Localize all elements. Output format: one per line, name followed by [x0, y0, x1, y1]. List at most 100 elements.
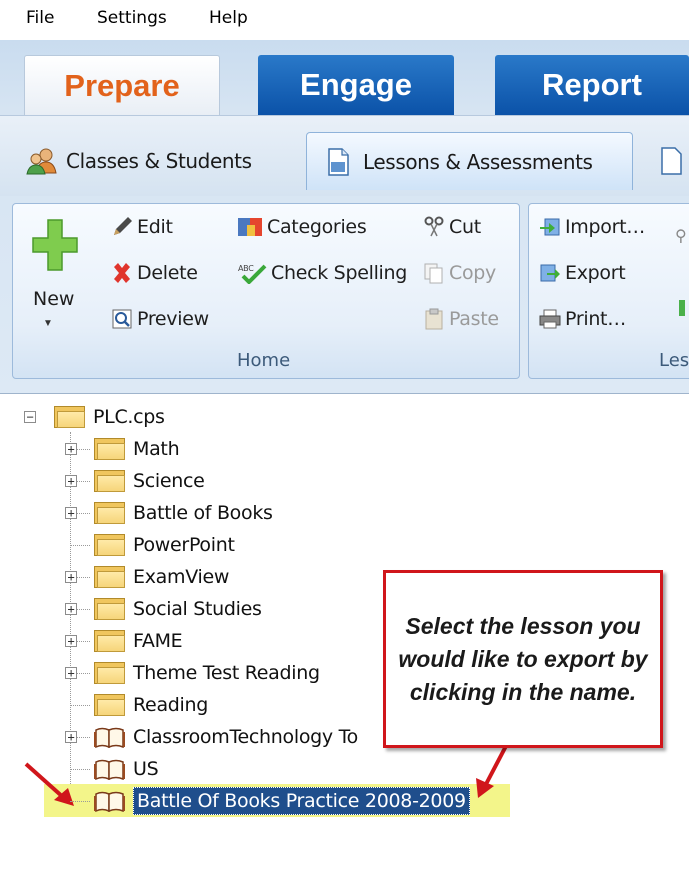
copy-button[interactable]: Copy	[423, 262, 496, 284]
tree-item-label: Social Studies	[133, 598, 262, 620]
tree-item-label: US	[133, 758, 159, 780]
print-label: Print…	[565, 308, 626, 330]
categories-button[interactable]: Categories	[237, 216, 367, 238]
folder-icon	[94, 630, 125, 652]
tab-partial[interactable]	[660, 132, 689, 190]
tree-item[interactable]: Reading	[70, 689, 209, 721]
scissors-icon	[423, 216, 445, 238]
expand-icon[interactable]: +	[65, 475, 77, 487]
preview-button[interactable]: Preview	[111, 308, 209, 330]
tab-prepare[interactable]: Prepare	[24, 55, 220, 116]
callout-text: Select the lesson you would like to expo…	[398, 612, 648, 705]
expand-icon[interactable]: +	[65, 603, 77, 615]
tab-lessons-assessments-label: Lessons & Assessments	[363, 149, 593, 174]
tree-guide-line	[70, 432, 71, 812]
delete-label: Delete	[137, 262, 198, 284]
menu-file[interactable]: File	[26, 8, 54, 28]
new-button[interactable]: New ▼	[23, 218, 81, 348]
document-icon	[327, 147, 349, 176]
export-label: Export	[565, 262, 626, 284]
pointer-arrow-callout	[476, 745, 508, 798]
tree-item[interactable]: + ExamView	[65, 561, 230, 593]
paste-button[interactable]: Paste	[423, 308, 499, 330]
delete-button[interactable]: Delete	[111, 262, 198, 284]
folder-icon	[94, 438, 125, 460]
tree-connector	[70, 705, 90, 706]
folder-icon	[54, 406, 85, 428]
clipboard-icon	[423, 308, 445, 330]
plus-icon	[31, 218, 79, 277]
check-spelling-button[interactable]: ABC Check Spelling	[237, 262, 408, 285]
tree-item[interactable]: + FAME	[65, 625, 183, 657]
tree-connector	[70, 545, 90, 546]
menu-help[interactable]: Help	[209, 8, 248, 28]
import-icon	[539, 216, 561, 238]
preview-label: Preview	[137, 308, 209, 330]
import-button[interactable]: Import…	[539, 216, 645, 238]
tree-item-selected[interactable]: Battle Of Books Practice 2008-2009	[70, 785, 470, 817]
tree-item-label: Battle of Books	[133, 502, 273, 524]
folder-icon	[94, 566, 125, 588]
copy-label: Copy	[449, 262, 496, 284]
check-spelling-label: Check Spelling	[271, 262, 408, 284]
tree-item-label: Science	[133, 470, 205, 492]
tree-item[interactable]: US	[70, 753, 159, 785]
menu-settings[interactable]: Settings	[97, 8, 167, 28]
expand-icon[interactable]: +	[65, 507, 77, 519]
tree-item-label: FAME	[133, 630, 183, 652]
folder-icon	[94, 694, 125, 716]
tree-item[interactable]: + Social Studies	[65, 593, 262, 625]
paste-label: Paste	[449, 308, 499, 330]
svg-text:ABC: ABC	[238, 264, 254, 273]
categories-label: Categories	[267, 216, 367, 238]
import-label: Import…	[565, 216, 645, 238]
pencil-icon	[111, 216, 133, 238]
tree-item[interactable]: PowerPoint	[70, 529, 235, 561]
tree-connector	[70, 801, 90, 802]
folder-icon	[94, 470, 125, 492]
expand-icon[interactable]: +	[65, 443, 77, 455]
tab-lessons-assessments[interactable]: Lessons & Assessments	[306, 132, 633, 190]
cut-button[interactable]: Cut	[423, 216, 481, 238]
expand-icon[interactable]: +	[65, 667, 77, 679]
collapse-icon[interactable]: −	[24, 411, 36, 423]
book-icon	[94, 726, 125, 749]
tab-report[interactable]: Report	[495, 55, 689, 115]
tree-item[interactable]: + Battle of Books	[65, 497, 273, 529]
tree-root[interactable]: − PLC.cps	[24, 401, 165, 433]
tree-item[interactable]: + Theme Test Reading	[65, 657, 320, 689]
edit-label: Edit	[137, 216, 173, 238]
tree-item-label: ClassroomTechnology To	[133, 726, 359, 748]
expand-icon[interactable]: +	[65, 635, 77, 647]
new-button-label: New	[33, 288, 75, 310]
tab-classes-students[interactable]: Classes & Students	[26, 132, 252, 190]
tab-engage[interactable]: Engage	[258, 55, 454, 115]
ribbon-group-lessons: Import… Export Print… Les ⚲	[528, 203, 689, 379]
expand-icon[interactable]: +	[65, 731, 77, 743]
export-icon	[539, 262, 561, 284]
folder-icon	[94, 662, 125, 684]
spellcheck-icon: ABC	[237, 262, 267, 285]
printer-icon	[539, 308, 561, 330]
edit-button[interactable]: Edit	[111, 216, 173, 238]
tree-item[interactable]: + ClassroomTechnology To	[65, 721, 359, 753]
instruction-callout: Select the lesson you would like to expo…	[383, 570, 663, 748]
tree-item[interactable]: + Math	[65, 433, 180, 465]
tree-item-label: Reading	[133, 694, 209, 716]
dropdown-arrow-icon: ▼	[43, 318, 53, 329]
print-button[interactable]: Print…	[539, 308, 626, 330]
partial-icon: ⚲	[675, 228, 687, 245]
tab-classes-students-label: Classes & Students	[66, 149, 252, 173]
users-icon	[26, 147, 58, 175]
tree-item-label: Theme Test Reading	[133, 662, 320, 684]
export-button[interactable]: Export	[539, 262, 626, 284]
menu-bar: File Settings Help	[0, 0, 689, 40]
document-icon	[660, 147, 682, 175]
book-icon	[94, 790, 125, 813]
tree-item-label: ExamView	[133, 566, 230, 588]
tree-item[interactable]: + Science	[65, 465, 205, 497]
expand-icon[interactable]: +	[65, 571, 77, 583]
tree-item-label: PowerPoint	[133, 534, 235, 556]
book-icon	[94, 758, 125, 781]
folder-icon	[94, 598, 125, 620]
